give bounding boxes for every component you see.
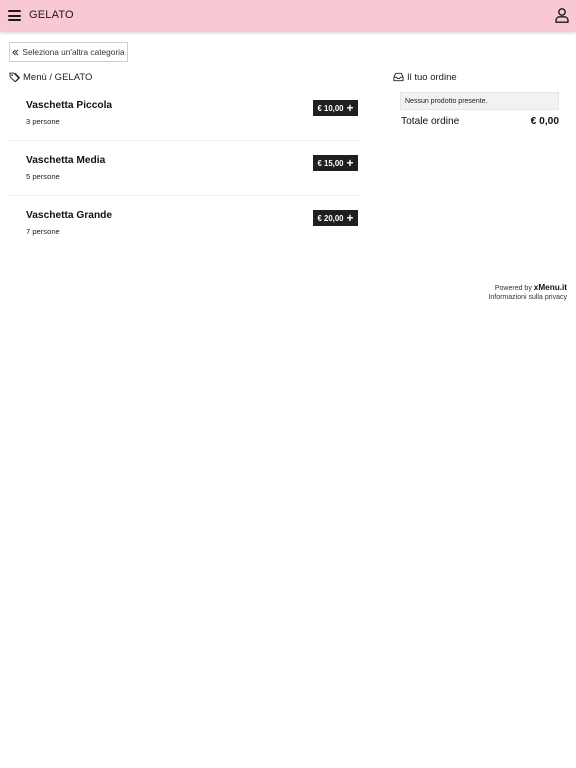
- product-portion: 7 persone: [26, 227, 60, 236]
- top-bar: GELATO: [0, 0, 576, 31]
- product-list: Vaschetta Piccola 3 persone € 10,00 + Va…: [9, 86, 359, 251]
- hamburger-icon[interactable]: [8, 10, 21, 21]
- product-item: Vaschetta Grande 7 persone € 20,00 +: [9, 196, 359, 251]
- add-to-order-button[interactable]: € 20,00 +: [313, 210, 358, 226]
- add-to-order-button[interactable]: € 10,00 +: [313, 100, 358, 116]
- product-name: Vaschetta Grande: [26, 210, 113, 221]
- user-icon[interactable]: [555, 8, 569, 23]
- brand-link[interactable]: xMenu.it: [534, 283, 567, 292]
- product-price: € 20,00: [317, 213, 344, 223]
- page-title: GELATO: [29, 9, 74, 21]
- plus-icon: +: [346, 211, 354, 225]
- powered-by-label: Powered by: [494, 285, 532, 292]
- product-item: Vaschetta Piccola 3 persone € 10,00 +: [9, 86, 359, 141]
- tags-icon: [9, 72, 20, 82]
- product-portion: 3 persone: [26, 117, 60, 126]
- menu-breadcrumb-label: Menù / GELATO: [23, 71, 93, 83]
- plus-icon: +: [346, 156, 354, 170]
- menu-breadcrumb: Menù / GELATO: [9, 71, 92, 83]
- order-heading: Il tuo ordine: [393, 71, 457, 83]
- plus-icon: +: [346, 101, 354, 115]
- product-item: Vaschetta Media 5 persone € 15,00 +: [9, 141, 359, 196]
- product-price: € 15,00: [317, 158, 344, 168]
- product-name: Vaschetta Media: [26, 155, 106, 166]
- double-chevron-left-icon: [12, 49, 19, 55]
- product-price: € 10,00: [317, 103, 344, 113]
- privacy-link[interactable]: Informazioni sulla privacy: [488, 294, 567, 301]
- select-category-button[interactable]: Seleziona un'altra categoria: [9, 42, 128, 62]
- product-name: Vaschetta Piccola: [26, 100, 113, 111]
- order-title: Il tuo ordine: [407, 71, 457, 83]
- inbox-icon: [393, 72, 404, 82]
- order-total-value: € 0,00: [530, 116, 559, 127]
- product-portion: 5 persone: [26, 172, 60, 181]
- order-total-label: Totale ordine: [401, 116, 460, 127]
- empty-order-message: Nessun prodotto presente.: [400, 92, 559, 110]
- select-category-label: Seleziona un'altra categoria: [22, 47, 125, 57]
- powered-by: Powered by xMenu.it: [495, 283, 567, 292]
- add-to-order-button[interactable]: € 15,00 +: [313, 155, 358, 171]
